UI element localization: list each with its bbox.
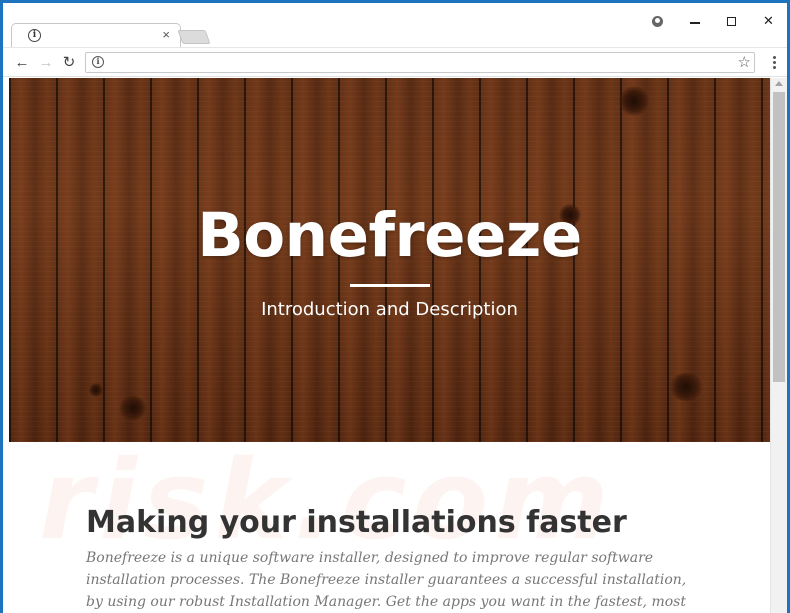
page-viewport: Bonefreeze Introduction and Description … [9, 78, 770, 613]
watermark-text: risk.com [39, 436, 615, 564]
profile-icon [652, 15, 663, 27]
vertical-scrollbar[interactable] [770, 78, 787, 613]
window-controls: ✕ [639, 9, 787, 33]
new-tab-button[interactable] [177, 30, 211, 44]
forward-button[interactable]: → [36, 52, 56, 72]
back-button[interactable]: ← [12, 52, 32, 72]
maximize-icon [727, 16, 736, 26]
hero-banner: Bonefreeze Introduction and Description [9, 78, 770, 442]
close-icon: ✕ [763, 13, 774, 28]
site-info-icon[interactable]: i [92, 56, 104, 68]
wood-knot [119, 396, 147, 420]
menu-dot [772, 65, 776, 69]
wood-knot [669, 373, 703, 401]
hero-subtitle: Introduction and Description [261, 299, 518, 320]
info-icon: i [28, 29, 41, 42]
maximize-button[interactable] [713, 9, 750, 33]
browser-toolbar: ← → ↻ i ☆ [3, 47, 787, 77]
browser-window: i × ✕ ← → ↻ i ☆ Bonefreeze Introduction … [0, 0, 790, 613]
bookmark-star-icon[interactable]: ☆ [738, 53, 751, 72]
close-window-button[interactable]: ✕ [750, 9, 787, 33]
tab-strip: i × ✕ [3, 3, 787, 48]
profile-button[interactable] [639, 9, 676, 33]
reload-button[interactable]: ↻ [59, 52, 79, 72]
menu-dot [772, 55, 776, 59]
address-bar[interactable]: i ☆ [85, 52, 755, 73]
tab-close-icon[interactable]: × [162, 28, 170, 42]
wood-knot [619, 86, 649, 116]
menu-dot [772, 60, 776, 64]
minimize-icon [689, 22, 700, 24]
hero-title: Bonefreeze [197, 200, 582, 271]
reload-icon: ↻ [62, 54, 76, 71]
back-arrow-icon: ← [14, 53, 30, 71]
wood-knot [89, 383, 103, 397]
scrollbar-thumb[interactable] [773, 92, 785, 382]
minimize-button[interactable] [676, 9, 713, 33]
active-tab[interactable]: i × [11, 23, 181, 48]
section-heading: Making your installations faster [86, 505, 627, 540]
hero-divider [350, 284, 430, 287]
forward-arrow-icon: → [38, 53, 54, 71]
section-body: Bonefreeze is a unique software installe… [86, 550, 687, 610]
scroll-up-arrow-icon[interactable] [775, 81, 783, 86]
browser-menu-button[interactable] [769, 52, 779, 72]
